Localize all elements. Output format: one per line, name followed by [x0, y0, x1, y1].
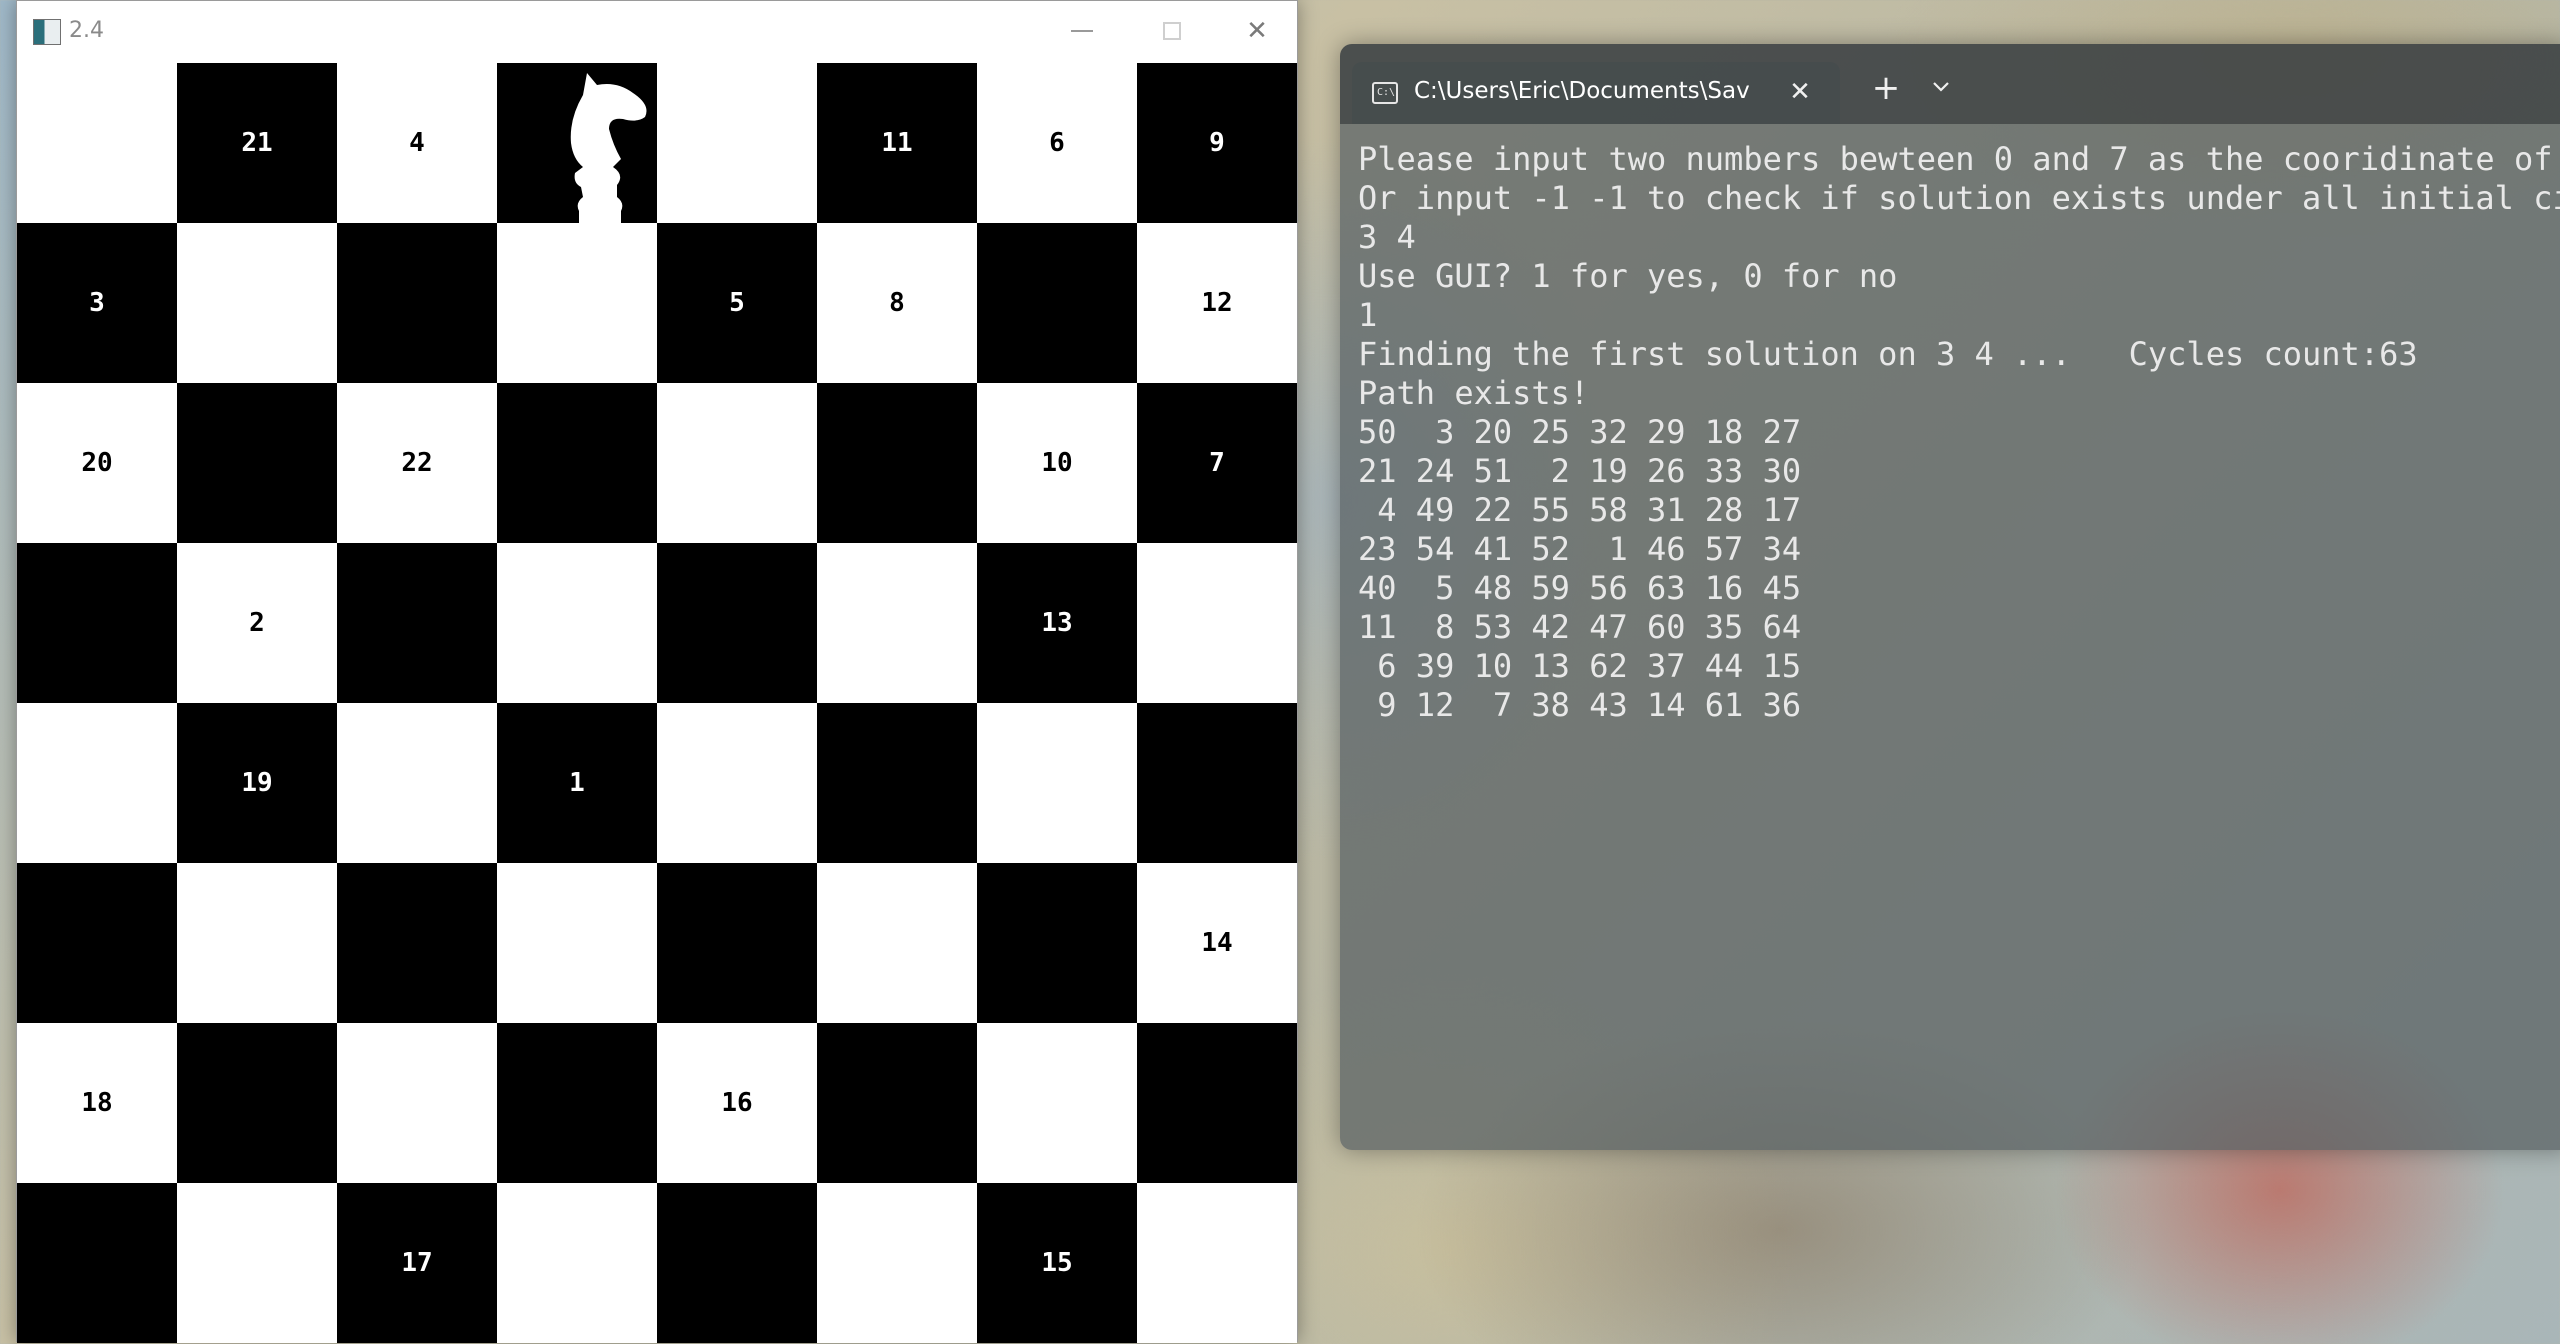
board-square[interactable] [977, 703, 1137, 863]
board-square[interactable]: 1 [497, 703, 657, 863]
maximize-button[interactable] [1127, 1, 1217, 61]
board-square[interactable]: 19 [177, 703, 337, 863]
board-square[interactable] [977, 863, 1137, 1023]
board-square[interactable] [177, 863, 337, 1023]
minimize-icon [1071, 30, 1093, 32]
board-square[interactable] [497, 223, 657, 383]
board-square[interactable]: 16 [657, 1023, 817, 1183]
board-square[interactable] [497, 543, 657, 703]
board-square[interactable] [817, 1023, 977, 1183]
board-square[interactable] [977, 1023, 1137, 1183]
board-square[interactable]: 22 [337, 383, 497, 543]
board-square[interactable] [1137, 1023, 1297, 1183]
board-square[interactable] [657, 543, 817, 703]
board-square[interactable]: 5 [657, 223, 817, 383]
board-square[interactable] [817, 863, 977, 1023]
board-square[interactable] [17, 1183, 177, 1343]
board-square[interactable] [1137, 1183, 1297, 1343]
board-square[interactable] [17, 863, 177, 1023]
board-square[interactable] [337, 1023, 497, 1183]
board-square[interactable] [337, 863, 497, 1023]
knight-icon [517, 63, 677, 223]
board-square[interactable] [817, 1183, 977, 1343]
board-square[interactable] [497, 383, 657, 543]
terminal-output[interactable]: Please input two numbers bewteen 0 and 7… [1358, 140, 2560, 725]
board-square[interactable] [657, 703, 817, 863]
title-bar[interactable]: 2.4 ✕ [17, 1, 1297, 61]
board-square[interactable]: 20 [17, 383, 177, 543]
board-square[interactable]: 15 [977, 1183, 1137, 1343]
board-square[interactable]: 3 [17, 223, 177, 383]
board-square[interactable] [977, 223, 1137, 383]
board-square[interactable] [17, 63, 177, 223]
terminal-tab-bar: C:\ C:\Users\Eric\Documents\Sav ✕ + [1340, 44, 2560, 124]
board-square[interactable]: 11 [817, 63, 977, 223]
board-square[interactable]: 21 [177, 63, 337, 223]
close-button[interactable]: ✕ [1217, 1, 1297, 61]
tab-dropdown-button[interactable] [1924, 70, 1958, 104]
chess-board[interactable]: 21 4 11 6 9 3 5 8 12 20 22 10 7 2 13 19 1 14 18 16 17 15 [17, 63, 1297, 1343]
new-tab-button[interactable]: + [1866, 68, 1906, 108]
board-square[interactable]: 14 [1137, 863, 1297, 1023]
board-square[interactable] [497, 1023, 657, 1183]
board-square[interactable] [817, 383, 977, 543]
board-square[interactable]: 6 [977, 63, 1137, 223]
board-square[interactable] [1137, 543, 1297, 703]
chess-window: 2.4 ✕ 21 4 11 6 9 3 5 8 12 20 22 10 7 2 13 19 1 14 18 16 17 1… [16, 0, 1298, 1343]
board-square[interactable] [497, 863, 657, 1023]
board-square[interactable] [17, 703, 177, 863]
tab-title: C:\Users\Eric\Documents\Sav [1414, 78, 1750, 104]
board-square[interactable] [177, 1023, 337, 1183]
board-square[interactable]: 2 [177, 543, 337, 703]
board-square[interactable]: 17 [337, 1183, 497, 1343]
board-square[interactable] [657, 383, 817, 543]
board-square[interactable] [657, 863, 817, 1023]
app-icon [33, 19, 61, 45]
board-square[interactable]: 9 [1137, 63, 1297, 223]
close-icon: ✕ [1246, 16, 1268, 46]
board-square[interactable] [657, 63, 817, 223]
board-square[interactable] [657, 1183, 817, 1343]
minimize-button[interactable] [1037, 1, 1127, 61]
terminal-window: C:\ C:\Users\Eric\Documents\Sav ✕ + Plea… [1340, 44, 2560, 1150]
board-square[interactable] [337, 543, 497, 703]
board-square[interactable]: 13 [977, 543, 1137, 703]
tab-close-button[interactable]: ✕ [1782, 74, 1818, 110]
board-square[interactable] [177, 1183, 337, 1343]
terminal-icon: C:\ [1372, 82, 1398, 104]
board-square[interactable]: 4 [337, 63, 497, 223]
board-square[interactable]: 12 [1137, 223, 1297, 383]
board-square[interactable] [337, 223, 497, 383]
board-square[interactable] [337, 703, 497, 863]
board-square[interactable] [1137, 703, 1297, 863]
board-square[interactable] [177, 383, 337, 543]
maximize-icon [1163, 22, 1181, 40]
terminal-tab[interactable]: C:\ C:\Users\Eric\Documents\Sav ✕ [1352, 62, 1840, 124]
chevron-down-icon [1933, 82, 1949, 92]
board-square[interactable] [817, 703, 977, 863]
board-square[interactable] [17, 543, 177, 703]
board-square[interactable] [497, 1183, 657, 1343]
window-title: 2.4 [69, 18, 104, 43]
board-square[interactable]: 18 [17, 1023, 177, 1183]
board-square[interactable]: 8 [817, 223, 977, 383]
board-square[interactable] [177, 223, 337, 383]
board-square[interactable] [817, 543, 977, 703]
board-square[interactable]: 7 [1137, 383, 1297, 543]
board-square[interactable]: 10 [977, 383, 1137, 543]
